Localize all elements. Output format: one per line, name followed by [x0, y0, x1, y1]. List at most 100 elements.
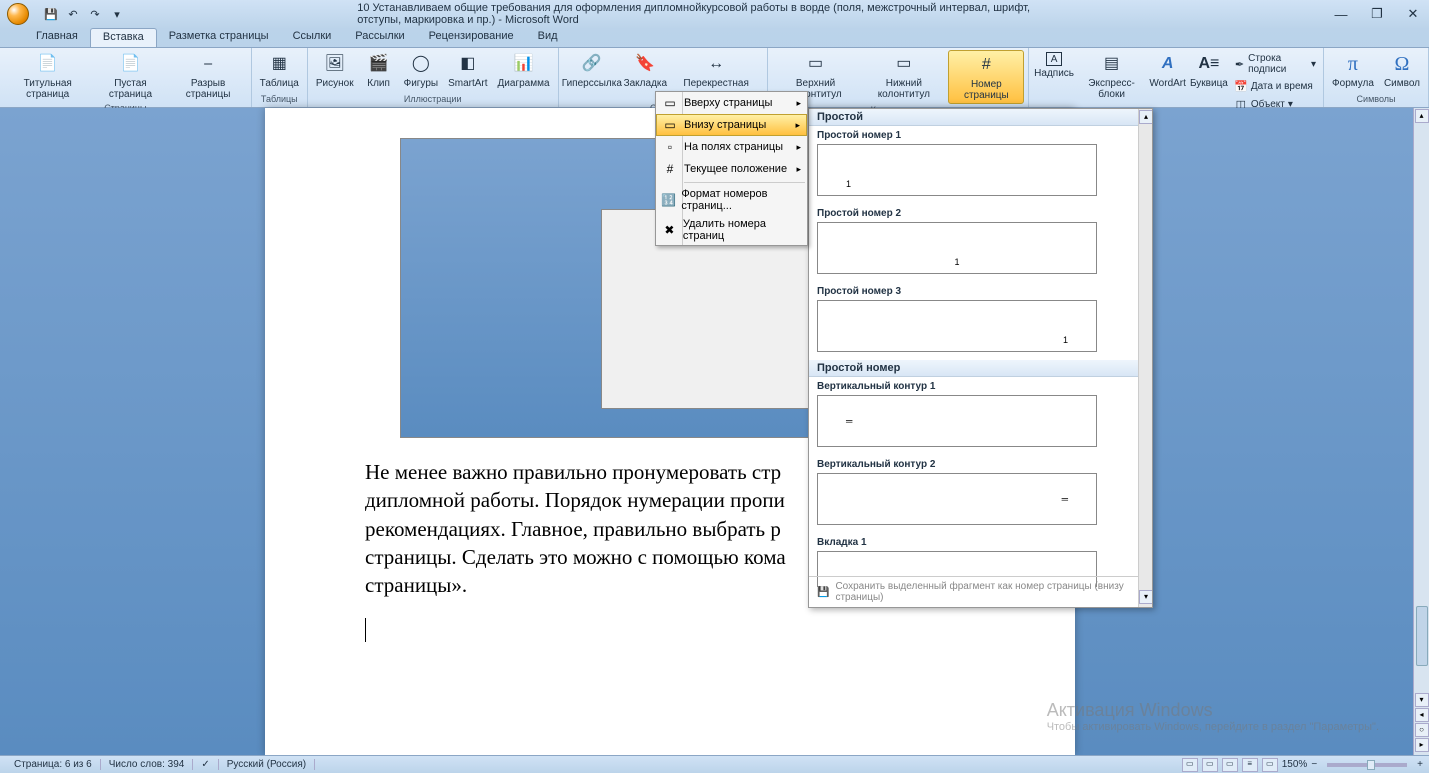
tab-layout[interactable]: Разметка страницы	[157, 28, 281, 47]
scroll-down-icon[interactable]: ▾	[1139, 590, 1153, 604]
wordart-button[interactable]: AWordArt	[1148, 50, 1187, 91]
dropcap-button[interactable]: A≡Буквица	[1189, 50, 1229, 91]
pagenum-dropdown: ▭Вверху страницы▸ ▭Внизу страницы▸ ▫На п…	[655, 91, 808, 246]
status-language[interactable]: Русский (Россия)	[219, 759, 315, 770]
header-icon: ▭	[804, 52, 828, 76]
picture-button[interactable]: 🖼Рисунок	[312, 50, 358, 91]
equation-button[interactable]: πФормула	[1328, 50, 1378, 91]
vertical-scrollbar[interactable]: ▴ ▾ ◂ ○ ▸	[1413, 108, 1429, 755]
activation-watermark: Активация Windows Чтобы активировать Win…	[1047, 700, 1379, 733]
undo-icon[interactable]: ↶	[64, 5, 82, 23]
hyperlink-button[interactable]: 🔗Гиперссылка	[563, 50, 622, 91]
view-web[interactable]: ▭	[1222, 758, 1238, 772]
view-print-layout[interactable]: ▭	[1182, 758, 1198, 772]
textbox-button[interactable]: AНадпись	[1033, 50, 1074, 81]
dd-bottom-of-page[interactable]: ▭Внизу страницы▸	[656, 114, 807, 136]
scroll-up-icon[interactable]: ▴	[1415, 109, 1429, 123]
view-outline[interactable]: ≡	[1242, 758, 1258, 772]
scroll-down-icon[interactable]: ▾	[1415, 693, 1429, 707]
status-page[interactable]: Страница: 6 из 6	[6, 759, 101, 770]
bookmark-button[interactable]: 🔖Закладка	[623, 50, 668, 91]
crossref-icon: ↔	[704, 52, 728, 76]
tab-view[interactable]: Вид	[526, 28, 570, 47]
shapes-button[interactable]: ◯Фигуры	[400, 50, 442, 91]
chevron-right-icon: ▸	[796, 164, 801, 175]
blank-page-button[interactable]: 📄Пустая страница	[93, 50, 167, 102]
close-button[interactable]: ✕	[1401, 5, 1425, 23]
scroll-up-icon[interactable]: ▴	[1139, 110, 1153, 124]
page-bottom-icon: ▭	[660, 117, 680, 133]
gallery-item-5[interactable]: Вертикальный контур 2 ═	[809, 455, 1152, 533]
gallery-item-3[interactable]: Простой номер 3 1	[809, 282, 1152, 360]
gallery-cat-simple2: Простой номер	[809, 360, 1152, 377]
ribbon-tabs: Главная Вставка Разметка страницы Ссылки…	[0, 28, 1429, 48]
maximize-button[interactable]: ❐	[1365, 5, 1389, 23]
tab-review[interactable]: Рецензирование	[417, 28, 526, 47]
clip-button[interactable]: 🎬Клип	[360, 50, 398, 91]
tab-refs[interactable]: Ссылки	[281, 28, 344, 47]
quick-access-toolbar: 💾 ↶ ↷ ▾	[36, 5, 132, 23]
qat-customize-icon[interactable]: ▾	[108, 5, 126, 23]
page-break-button[interactable]: ⎯Разрыв страницы	[170, 50, 247, 102]
dd-current-position[interactable]: #Текущее положение▸	[656, 158, 807, 180]
pagenum-gallery: Простой Простой номер 1 1 Простой номер …	[808, 108, 1153, 608]
minimize-button[interactable]: —	[1329, 5, 1353, 23]
zoom-level[interactable]: 150%	[1282, 759, 1308, 770]
dd-remove-numbers[interactable]: ✖Удалить номера страниц	[656, 215, 807, 245]
group-tables-label: Таблицы	[261, 93, 298, 105]
gallery-item-1[interactable]: Простой номер 1 1	[809, 126, 1152, 204]
gallery-save-selection[interactable]: 💾 Сохранить выделенный фрагмент как номе…	[809, 576, 1138, 607]
redo-icon[interactable]: ↷	[86, 5, 104, 23]
chevron-right-icon: ▸	[795, 120, 800, 131]
gallery-item-4[interactable]: Вертикальный контур 1 ═	[809, 377, 1152, 455]
break-icon: ⎯	[196, 52, 220, 76]
prev-page-icon[interactable]: ◂	[1415, 708, 1429, 722]
scroll-thumb[interactable]	[1416, 606, 1428, 666]
gallery-scrollbar[interactable]: ▴ ▾	[1138, 109, 1152, 607]
chart-button[interactable]: 📊Диаграмма	[494, 50, 554, 91]
zoom-slider[interactable]	[1327, 763, 1407, 767]
view-draft[interactable]: ▭	[1262, 758, 1278, 772]
gallery-item-2[interactable]: Простой номер 2 1	[809, 204, 1152, 282]
save-icon: 💾	[817, 587, 829, 598]
wordart-icon: A	[1156, 52, 1180, 76]
quickparts-button[interactable]: ▤Экспресс-блоки	[1077, 50, 1147, 102]
page-icon: 📄	[36, 52, 60, 76]
page-number-button[interactable]: #Номер страницы	[948, 50, 1024, 104]
signature-line-button[interactable]: ✒Строка подписи ▾	[1231, 52, 1319, 76]
dd-page-margins[interactable]: ▫На полях страницы▸	[656, 136, 807, 158]
gallery-cat-simple: Простой	[809, 109, 1152, 126]
window-title: 10 Устанавливаем общие требования для оф…	[357, 2, 1072, 26]
footer-button[interactable]: ▭Нижний колонтитул	[861, 50, 946, 102]
smartart-button[interactable]: ◧SmartArt	[444, 50, 491, 91]
dd-top-of-page[interactable]: ▭Вверху страницы▸	[656, 92, 807, 114]
tab-home[interactable]: Главная	[24, 28, 90, 47]
chart-icon: 📊	[512, 52, 536, 76]
datetime-button[interactable]: 📅Дата и время	[1231, 78, 1319, 94]
zoom-in-button[interactable]: +	[1417, 759, 1423, 770]
status-words[interactable]: Число слов: 394	[101, 759, 194, 770]
table-button[interactable]: ▦Таблица	[256, 50, 303, 91]
dropcap-icon: A≡	[1197, 52, 1221, 76]
titlebar: 💾 ↶ ↷ ▾ 10 Устанавливаем общие требовани…	[0, 0, 1429, 28]
symbol-button[interactable]: ΩСимвол	[1380, 50, 1424, 91]
view-fullscreen[interactable]: ▭	[1202, 758, 1218, 772]
picture-icon: 🖼	[323, 52, 347, 76]
page-icon: 📄	[118, 52, 142, 76]
browse-object-icon[interactable]: ○	[1415, 723, 1429, 737]
tab-mail[interactable]: Рассылки	[343, 28, 416, 47]
calendar-icon: 📅	[1234, 79, 1248, 93]
status-proofing-icon[interactable]: ✓	[193, 759, 218, 770]
save-icon[interactable]: 💾	[42, 5, 60, 23]
cover-page-button[interactable]: 📄Титульная страница	[4, 50, 91, 102]
next-page-icon[interactable]: ▸	[1415, 738, 1429, 752]
dd-format-numbers[interactable]: 🔢Формат номеров страниц...	[656, 185, 807, 215]
omega-icon: Ω	[1390, 52, 1414, 76]
tab-insert[interactable]: Вставка	[90, 28, 157, 47]
remove-icon: ✖	[660, 222, 679, 238]
shapes-icon: ◯	[409, 52, 433, 76]
statusbar: Страница: 6 из 6 Число слов: 394 ✓ Русск…	[0, 755, 1429, 773]
link-icon: 🔗	[580, 52, 604, 76]
zoom-out-button[interactable]: −	[1311, 759, 1317, 770]
office-button[interactable]	[0, 0, 36, 28]
